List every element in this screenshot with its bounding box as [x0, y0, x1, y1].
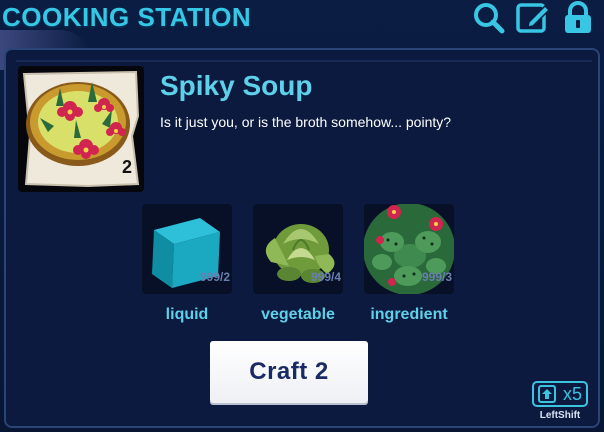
ingredient-slot-vegetable[interactable]: 999/4 [253, 204, 343, 294]
ingredient-qty: 999/4 [310, 270, 341, 284]
lock-icon[interactable] [560, 0, 596, 36]
shift-multiplier-button[interactable]: x5 [532, 381, 588, 407]
ingredient-label-ingredient: ingredient [370, 306, 448, 323]
shift-arrow-icon [538, 385, 556, 403]
ingredient-qty: 999/3 [421, 270, 452, 284]
craft-button[interactable]: Craft 2 [210, 341, 368, 403]
cooking-station-window: COOKING STATION 2 Spiky Soup Is it just … [0, 0, 604, 432]
edit-icon[interactable] [515, 0, 551, 36]
window-title: COOKING STATION [2, 2, 252, 32]
item-name: Spiky Soup [160, 70, 313, 101]
shift-key-label: LeftShift [539, 410, 581, 421]
panel-divider [16, 60, 592, 62]
item-count: 2 [121, 157, 132, 177]
shift-multiplier: x5 [562, 383, 582, 404]
ingredient-slot-liquid[interactable]: 999/2 [142, 204, 232, 294]
ingredient-label-vegetable: vegetable [261, 306, 335, 323]
ingredient-qty: 999/2 [199, 270, 230, 284]
item-art-spiky-soup[interactable]: 2 [18, 66, 144, 192]
search-icon[interactable] [470, 0, 506, 36]
header: COOKING STATION [0, 0, 604, 42]
item-description: Is it just you, or is the broth somehow.… [160, 114, 452, 130]
ingredient-slot-ingredient[interactable]: 999/3 [364, 204, 454, 294]
ingredient-label-liquid: liquid [165, 306, 209, 323]
